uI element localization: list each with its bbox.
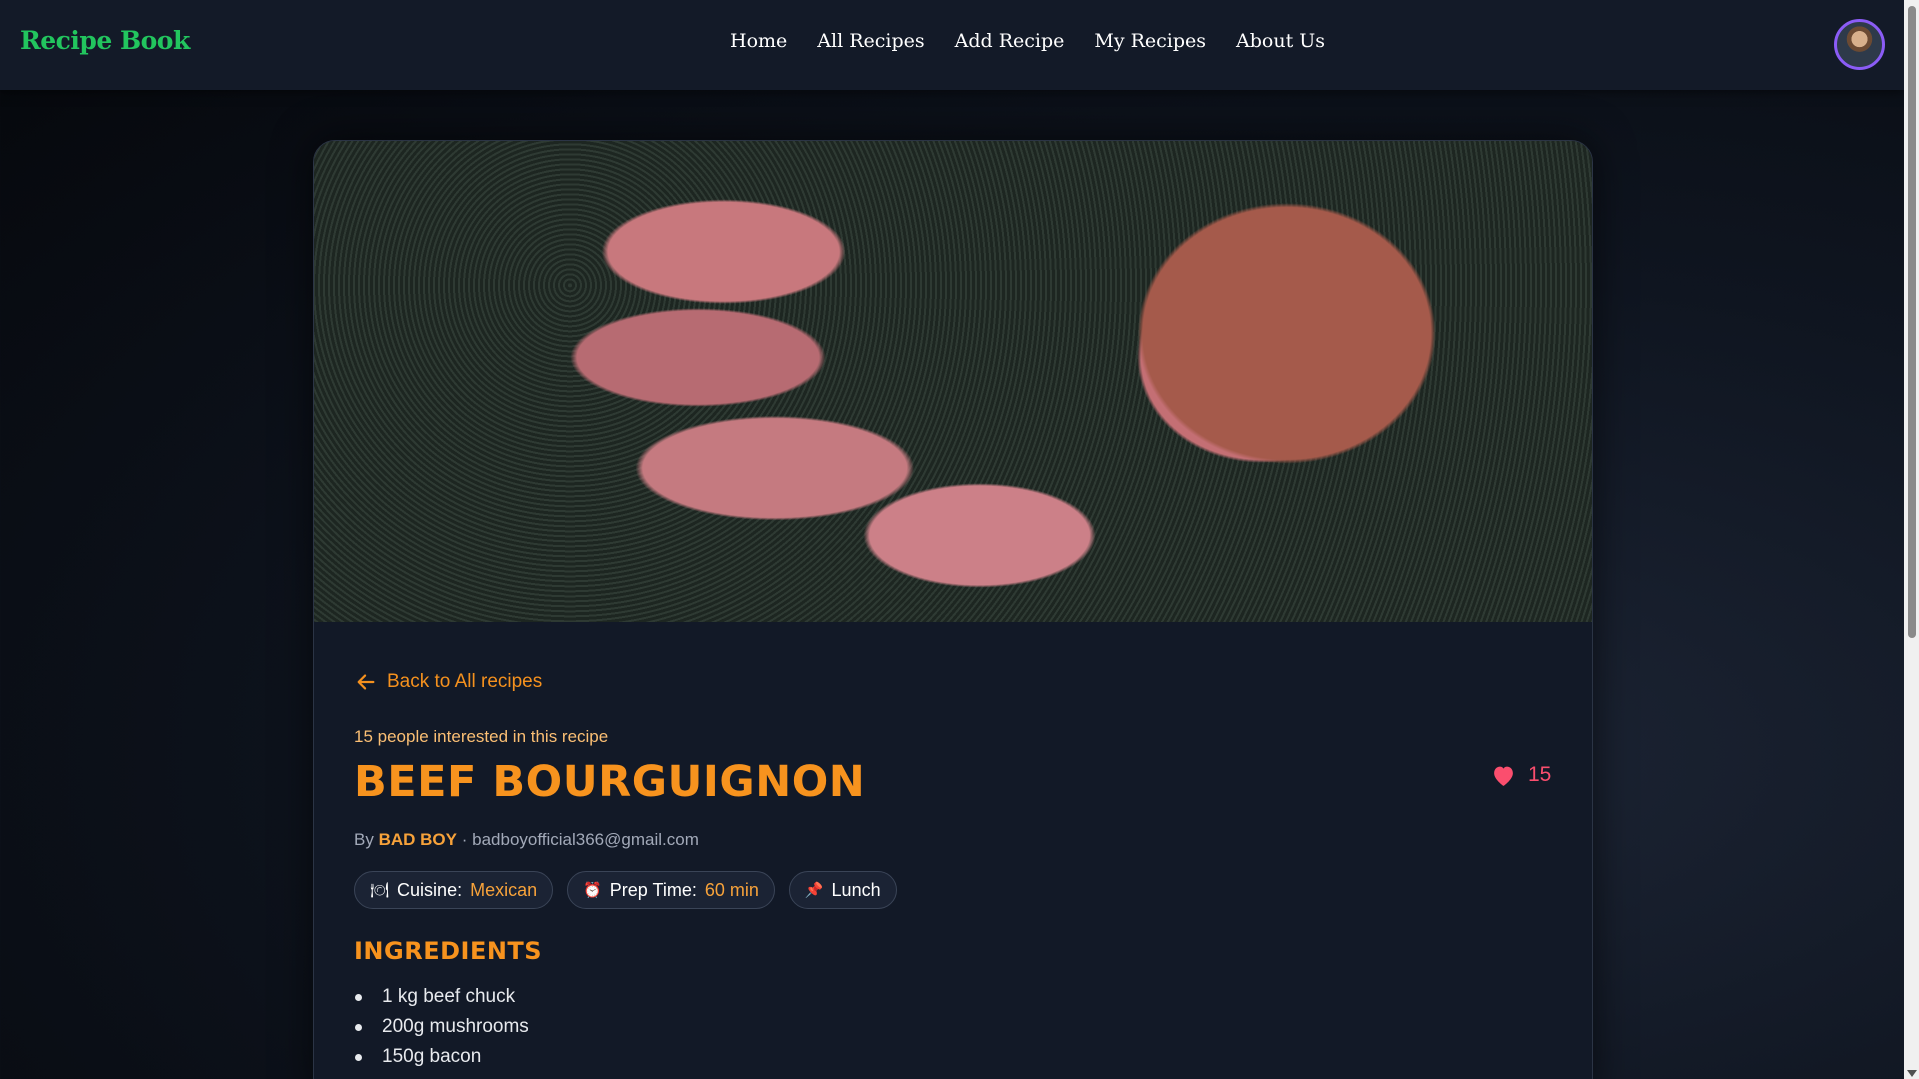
category-tag: 📌 Lunch	[788, 871, 897, 909]
arrow-left-icon	[357, 674, 375, 690]
category-tag-label: Lunch	[831, 879, 881, 900]
like-count: 15	[1528, 763, 1552, 786]
heart-icon	[1494, 766, 1513, 786]
back-link-label: Back to All recipes	[387, 671, 543, 692]
nav-links: Home All Recipes Add Recipe My Recipes A…	[730, 30, 1325, 52]
scroll-down-arrow-icon[interactable]	[1907, 1070, 1917, 1077]
ingredient-item: 200g mushrooms	[354, 1012, 529, 1042]
page-scrollbar[interactable]	[1904, 0, 1919, 1079]
pin-icon: 📌	[804, 882, 824, 899]
prep-time-tag-value: 60 min	[704, 879, 759, 900]
recipe-card: Back to All recipes 15 people interested…	[313, 140, 1593, 1079]
nav-link-add-recipe[interactable]: Add Recipe	[955, 30, 1065, 52]
navbar: Recipe Book Home All Recipes Add Recipe …	[0, 0, 1904, 90]
user-avatar[interactable]	[1834, 19, 1885, 70]
plate-icon: 🍽	[370, 882, 390, 899]
prep-time-tag-label: Prep Time:	[609, 879, 697, 900]
prep-time-tag: ⏰ Prep Time: 60 min	[567, 871, 775, 909]
recipe-title: Beef Bourguignon	[354, 757, 866, 807]
author-separator: ·	[461, 830, 468, 849]
interest-count-text: 15 people interested in this recipe	[354, 727, 609, 746]
like-button[interactable]: 15	[1491, 763, 1551, 787]
recipe-hero-image	[314, 141, 1592, 622]
alarm-clock-icon: ⏰	[583, 882, 602, 899]
nav-link-about-us[interactable]: About Us	[1236, 30, 1325, 52]
ingredients-heading: Ingredients	[354, 937, 543, 965]
cuisine-tag-label: Cuisine:	[397, 879, 463, 900]
author-email: badboyofficial366@gmail.com	[472, 830, 699, 849]
scrollbar-thumb[interactable]	[1908, 6, 1916, 638]
nav-link-home[interactable]: Home	[730, 30, 787, 52]
nav-link-my-recipes[interactable]: My Recipes	[1094, 30, 1206, 52]
author-prefix: By	[354, 830, 374, 849]
author-name: BAD BOY	[378, 830, 457, 849]
site-logo[interactable]: Recipe Book	[20, 26, 190, 55]
ingredient-item: 150g bacon	[354, 1042, 529, 1072]
recipe-tags: 🍽 Cuisine: Mexican ⏰ Prep Time: 60 min 📌…	[354, 871, 897, 909]
author-line: By BAD BOY · badboyofficial366@gmail.com	[354, 830, 699, 850]
back-to-all-recipes-link[interactable]: Back to All recipes	[355, 671, 542, 693]
ingredient-item: 1 kg beef chuck	[354, 982, 529, 1012]
cuisine-tag-value: Mexican	[470, 879, 538, 900]
nav-link-all-recipes[interactable]: All Recipes	[817, 30, 924, 52]
ingredients-list: 1 kg beef chuck 200g mushrooms 150g baco…	[354, 982, 529, 1072]
cuisine-tag: 🍽 Cuisine: Mexican	[354, 871, 554, 909]
